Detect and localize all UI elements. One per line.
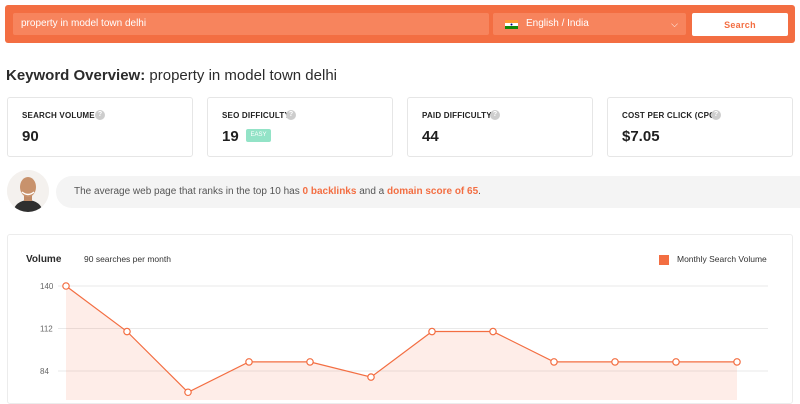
data-point[interactable]: [428, 327, 436, 336]
data-point[interactable]: [550, 358, 558, 366]
y-tick-label: 84: [40, 367, 49, 376]
data-point[interactable]: [123, 327, 131, 336]
y-tick-label: 140: [40, 282, 54, 291]
data-point[interactable]: [672, 358, 680, 366]
data-point[interactable]: [733, 358, 741, 366]
volume-chart: 140 112 84: [40, 282, 768, 400]
data-point[interactable]: [611, 358, 619, 366]
data-point[interactable]: [306, 358, 314, 366]
data-point[interactable]: [367, 373, 375, 381]
data-point[interactable]: [184, 388, 192, 397]
data-point[interactable]: [62, 282, 70, 290]
series-area: [66, 286, 737, 400]
data-point[interactable]: [489, 327, 497, 336]
data-point[interactable]: [245, 358, 253, 366]
y-tick-label: 112: [40, 325, 53, 334]
